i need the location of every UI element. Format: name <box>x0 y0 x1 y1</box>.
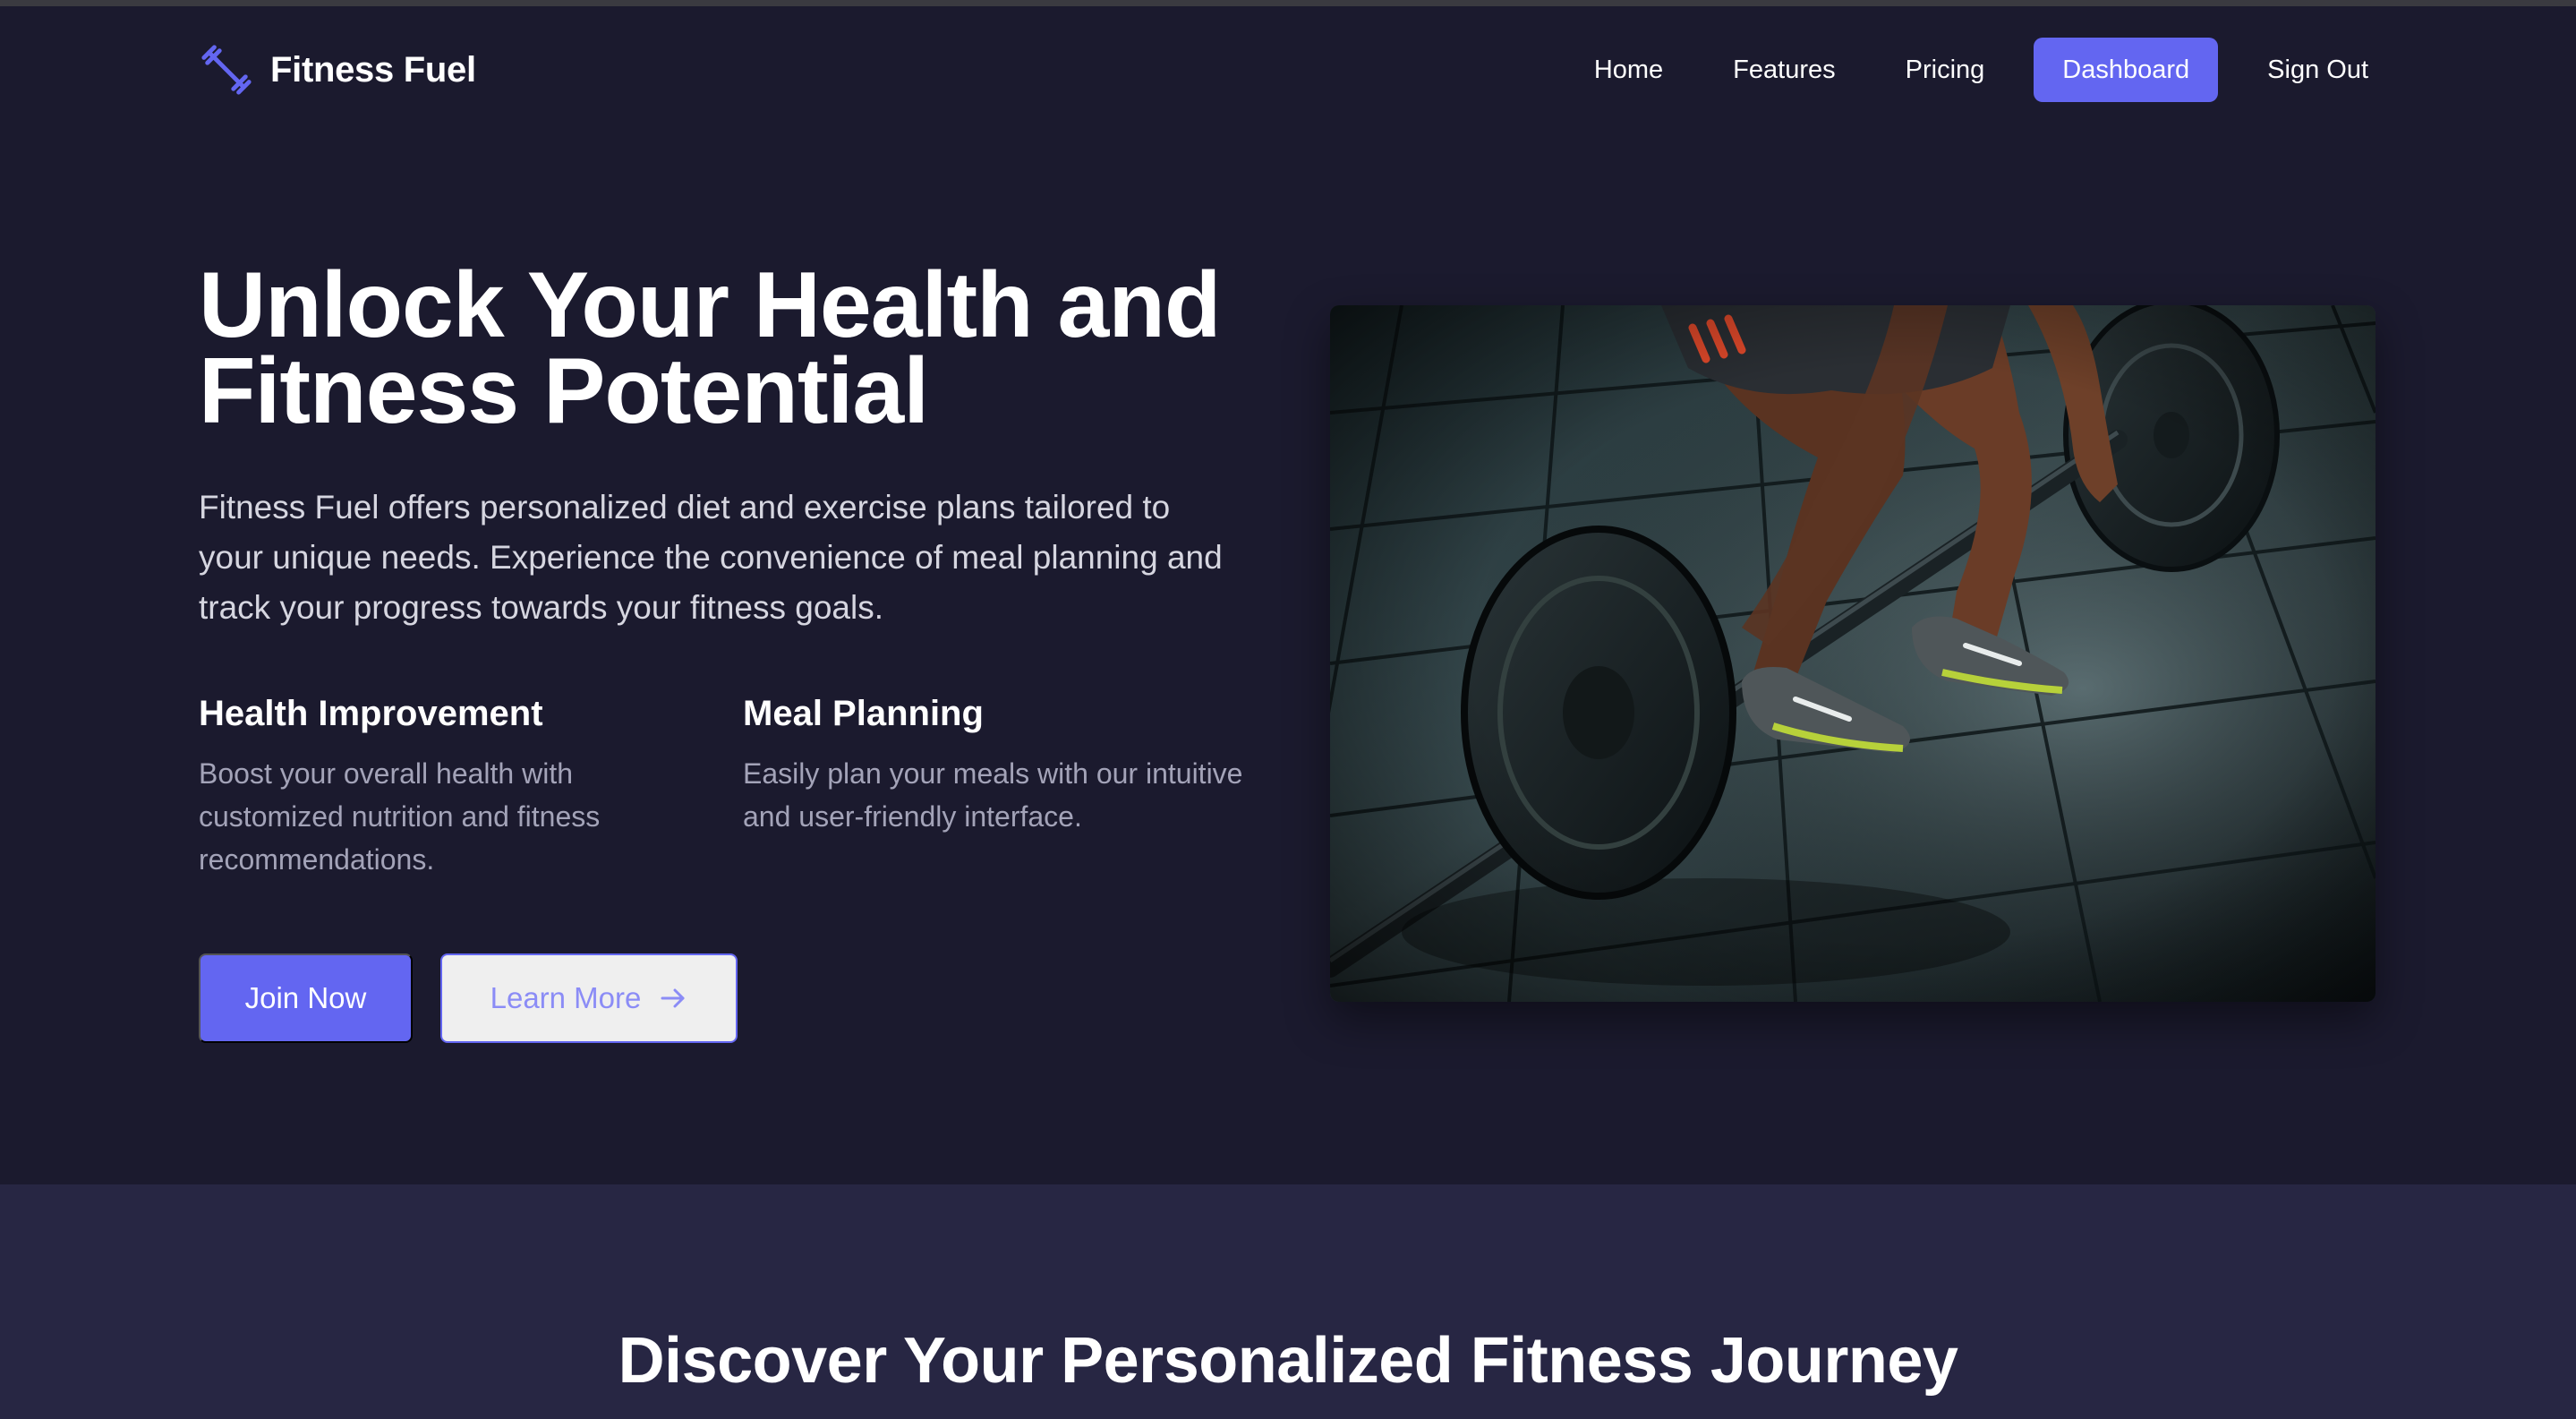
feature-text: Boost your overall health with customize… <box>199 757 601 876</box>
feature-title: Meal Planning <box>743 694 984 733</box>
nav-home-link[interactable]: Home <box>1559 38 1698 102</box>
nav-links: Home Features Pricing Dashboard Sign Out <box>1559 33 2377 107</box>
nav-dashboard-button[interactable]: Dashboard <box>2034 38 2219 102</box>
brand-logo[interactable]: Fitness Fuel <box>199 33 476 107</box>
nav-features-link[interactable]: Features <box>1698 38 1870 102</box>
feature-meal-planning: Meal Planning Easily plan your meals wit… <box>743 694 1280 838</box>
window-top-border <box>0 0 2576 6</box>
top-navbar: Fitness Fuel Home Features Pricing Dashb… <box>199 33 2377 107</box>
hero-description: Fitness Fuel offers personalized diet an… <box>199 489 1223 626</box>
arrow-right-icon <box>659 984 687 1013</box>
brand-name: Fitness Fuel <box>270 49 476 90</box>
feature-title: Health Improvement <box>199 694 543 733</box>
dumbbell-icon <box>199 42 254 98</box>
nav-sign-out-link[interactable]: Sign Out <box>2232 38 2377 102</box>
nav-pricing-link[interactable]: Pricing <box>1871 38 2020 102</box>
hero-title-line-2: Fitness Potential <box>199 339 929 443</box>
join-now-button[interactable]: Join Now <box>199 953 413 1043</box>
learn-more-button[interactable]: Learn More <box>440 953 738 1043</box>
feature-health-improvement: Health Improvement Boost your overall he… <box>199 694 700 881</box>
journey-section: Discover Your Personalized Fitness Journ… <box>0 1184 2576 1419</box>
learn-more-label: Learn More <box>490 981 642 1014</box>
hero-title: Unlock Your Health and Fitness Potential <box>199 259 1309 438</box>
feature-text: Easily plan your meals with our intuitiv… <box>743 757 1243 833</box>
journey-section-title: Discover Your Personalized Fitness Journ… <box>618 1325 1958 1397</box>
hero-image-barbell-lift <box>1330 305 2376 1002</box>
landing-page: Fitness Fuel Home Features Pricing Dashb… <box>0 6 2576 1419</box>
